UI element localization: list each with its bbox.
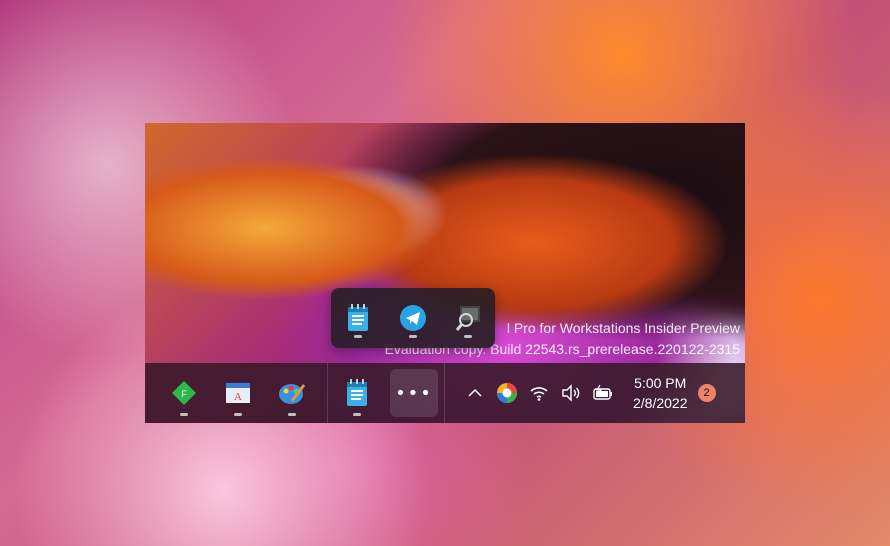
running-indicator [234, 413, 242, 416]
clock-date: 2/8/2022 [633, 395, 688, 411]
watermark-edition: l Pro for Workstations Insider Preview [506, 320, 740, 336]
flyout-item-magnifier[interactable] [448, 296, 488, 340]
flyout-item-telegram[interactable] [393, 296, 433, 340]
svg-text:F: F [181, 389, 187, 399]
paint-icon [279, 384, 306, 404]
system-tray [463, 381, 615, 405]
taskbar-overflow-flyout [331, 288, 495, 348]
running-indicator [463, 335, 472, 338]
green-diamond-app-icon: F [172, 381, 196, 405]
running-indicator [408, 335, 417, 338]
wifi-icon[interactable] [527, 381, 551, 405]
taskbar-app-paint[interactable] [267, 368, 317, 418]
running-indicator [180, 413, 188, 416]
wordpad-icon: A [226, 383, 250, 403]
edge-canary-icon[interactable] [495, 381, 519, 405]
taskbar-app-green[interactable]: F [159, 368, 209, 418]
svg-text:A: A [234, 391, 242, 403]
taskbar-overflow-button[interactable]: ••• [390, 369, 438, 417]
taskbar: F A ••• 5:00 PM 2/8/2022 2 [145, 363, 745, 423]
taskbar-divider [444, 363, 445, 423]
running-indicator [353, 413, 361, 416]
battery-icon[interactable] [591, 381, 615, 405]
flyout-item-notepad[interactable] [338, 296, 378, 340]
taskbar-clock[interactable]: 5:00 PM 2/8/2022 [633, 373, 688, 413]
telegram-icon [399, 305, 426, 331]
taskbar-divider [327, 363, 328, 423]
volume-icon[interactable] [559, 381, 583, 405]
taskbar-app-notepad[interactable] [332, 368, 382, 418]
notification-badge[interactable]: 2 [697, 384, 716, 402]
running-indicator [288, 413, 296, 416]
running-indicator [354, 335, 363, 338]
show-hidden-icons-chevron-icon[interactable] [463, 381, 487, 405]
notepad-icon [348, 304, 369, 331]
magnifier-icon [455, 306, 480, 331]
notepad-icon [347, 379, 367, 406]
taskbar-app-wordpad[interactable]: A [213, 368, 263, 418]
clock-time: 5:00 PM [634, 375, 687, 391]
